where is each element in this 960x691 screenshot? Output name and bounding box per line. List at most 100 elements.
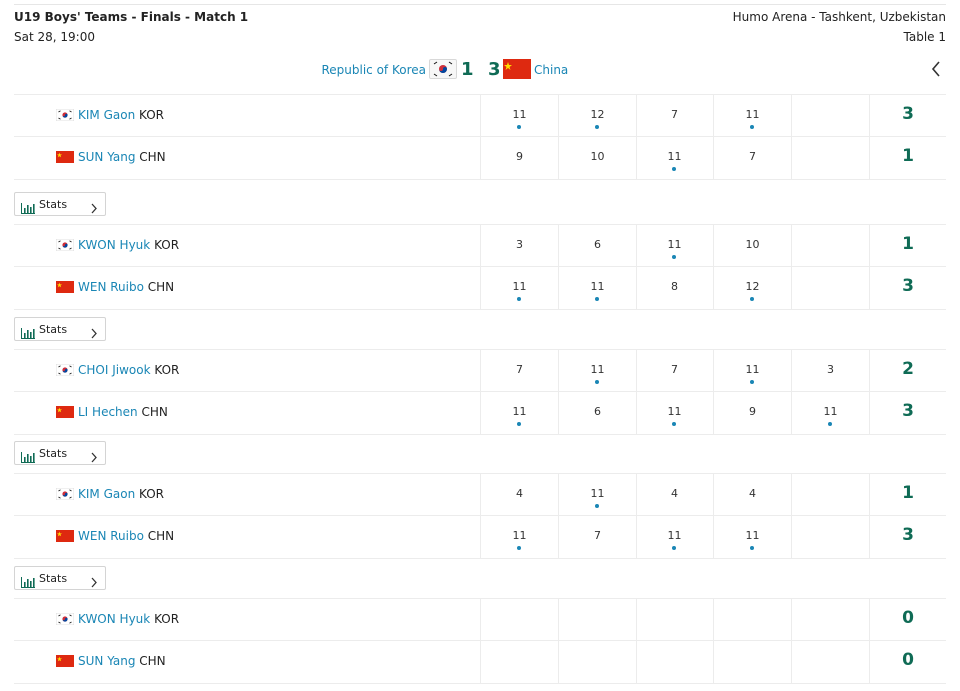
column-divider <box>791 641 792 683</box>
column-divider <box>791 516 792 558</box>
game-won-dot-icon <box>672 546 676 550</box>
game-score: 11 <box>667 529 682 542</box>
player-name-link[interactable]: CHOI Jiwook <box>78 363 151 377</box>
game-won-dot-icon <box>595 380 599 384</box>
games-won-total: 1 <box>902 483 914 503</box>
player-nationality: CHN <box>139 654 166 668</box>
game-score: 11 <box>667 238 682 251</box>
player-name-link[interactable]: WEN Ruibo <box>78 529 144 543</box>
player-name-link[interactable]: SUN Yang <box>78 654 135 668</box>
game-score: 7 <box>671 363 678 376</box>
column-divider <box>480 641 481 683</box>
player-cell: SUN Yang CHN <box>56 654 166 668</box>
game-score: 11 <box>512 280 527 293</box>
game-score: 11 <box>823 405 838 418</box>
stats-label: Stats <box>39 572 68 585</box>
game-score: 7 <box>516 363 523 376</box>
column-divider <box>480 599 481 640</box>
game-score: 4 <box>516 487 523 500</box>
stats-button[interactable]: Stats <box>14 192 106 216</box>
column-divider <box>791 267 792 309</box>
home-team-name[interactable]: Republic of Korea <box>321 63 426 77</box>
games-won-total: 1 <box>902 234 914 254</box>
chevron-right-icon <box>90 573 98 588</box>
column-divider <box>636 641 637 683</box>
bar-chart-icon <box>21 573 35 588</box>
game-score: 12 <box>745 280 760 293</box>
game-score: 11 <box>590 363 605 376</box>
stats-button[interactable]: Stats <box>14 317 106 341</box>
game-won-dot-icon <box>595 504 599 508</box>
game-score: 6 <box>594 405 601 418</box>
game-score: 11 <box>590 280 605 293</box>
chevron-left-icon[interactable] <box>928 58 944 80</box>
player-nationality: KOR <box>154 238 180 252</box>
game-score: 11 <box>745 529 760 542</box>
game-won-dot-icon <box>517 297 521 301</box>
stats-label: Stats <box>39 198 68 211</box>
game-won-dot-icon <box>750 546 754 550</box>
bar-chart-icon <box>21 324 35 339</box>
stats-button[interactable]: Stats <box>14 566 106 590</box>
column-divider <box>791 95 792 136</box>
china-flag-icon <box>503 59 531 79</box>
player-nationality: CHN <box>147 529 175 543</box>
player-nationality: KOR <box>139 108 165 122</box>
games-won-total: 0 <box>902 650 914 670</box>
home-team-score: 1 <box>461 59 474 80</box>
player-name-link[interactable]: WEN Ruibo <box>78 280 144 294</box>
games-won-total: 3 <box>902 525 914 545</box>
game-score: 7 <box>749 150 756 163</box>
team-scoreline: Republic of Korea 1 3 China <box>0 58 960 84</box>
game-score: 3 <box>516 238 523 251</box>
stats-label: Stats <box>39 447 68 460</box>
korea-flag-icon <box>55 612 75 626</box>
match-datetime: Sat 28, 19:00 <box>14 30 95 44</box>
player-name-link[interactable]: KIM Gaon <box>78 487 135 501</box>
player-nationality: CHN <box>147 280 175 294</box>
game-score: 12 <box>590 108 605 121</box>
game-won-dot-icon <box>595 297 599 301</box>
korea-flag-icon <box>55 238 75 252</box>
game-score: 7 <box>594 529 601 542</box>
player-name-link[interactable]: KIM Gaon <box>78 108 135 122</box>
game-won-dot-icon <box>517 546 521 550</box>
table-number: Table 1 <box>903 30 946 44</box>
china-flag-icon <box>56 655 74 667</box>
match-player-row: SUN Yang CHN 9 10 11 7 1 <box>14 137 946 180</box>
away-team-score: 3 <box>488 59 501 80</box>
column-divider <box>558 599 559 640</box>
match-player-row: KIM Gaon KOR 4 11 4 4 1 <box>14 473 946 516</box>
venue: Humo Arena - Tashkent, Uzbekistan <box>732 10 946 24</box>
match-player-row: KWON Hyuk KOR 3 6 11 10 1 <box>14 224 946 267</box>
player-name-link[interactable]: KWON Hyuk <box>78 612 150 626</box>
game-score: 11 <box>590 487 605 500</box>
stats-label: Stats <box>39 323 68 336</box>
header-divider <box>14 4 946 5</box>
game-won-dot-icon <box>750 297 754 301</box>
column-divider <box>791 599 792 640</box>
match-player-row: CHOI Jiwook KOR 7 11 7 11 3 2 <box>14 349 946 392</box>
player-nationality: KOR <box>154 363 180 377</box>
game-score: 9 <box>749 405 756 418</box>
player-cell: KWON Hyuk KOR <box>55 612 180 626</box>
player-cell: KWON Hyuk KOR <box>55 238 180 252</box>
korea-flag-icon <box>55 108 75 122</box>
player-nationality: KOR <box>154 612 180 626</box>
player-cell: LI Hechen CHN <box>56 405 168 419</box>
player-name-link[interactable]: KWON Hyuk <box>78 238 150 252</box>
stats-button[interactable]: Stats <box>14 441 106 465</box>
chevron-right-icon <box>90 324 98 339</box>
event-title: U19 Boys' Teams - Finals - Match 1 <box>14 10 249 24</box>
game-won-dot-icon <box>595 125 599 129</box>
away-team-name[interactable]: China <box>534 63 568 77</box>
player-name-link[interactable]: SUN Yang <box>78 150 135 164</box>
games-won-total: 2 <box>902 359 914 379</box>
chevron-right-icon <box>90 448 98 463</box>
player-name-link[interactable]: LI Hechen <box>78 405 138 419</box>
games-won-total: 3 <box>902 104 914 124</box>
games-won-total: 3 <box>902 401 914 421</box>
player-cell: CHOI Jiwook KOR <box>55 363 180 377</box>
player-cell: KIM Gaon KOR <box>55 487 164 501</box>
game-score: 7 <box>671 108 678 121</box>
